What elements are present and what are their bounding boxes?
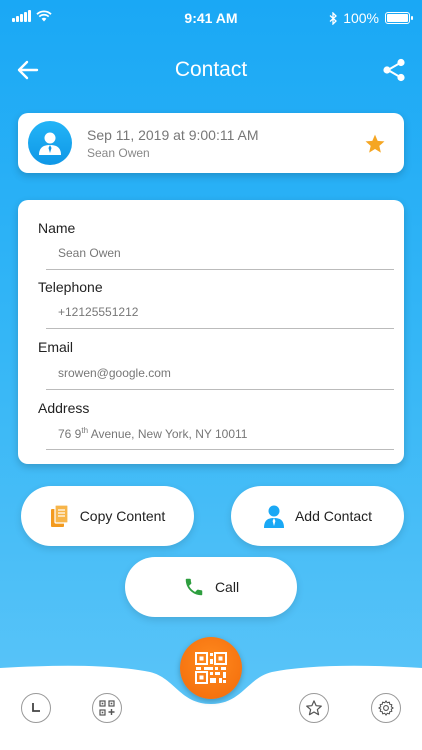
history-timestamp: Sep 11, 2019 at 9:00:11 AM bbox=[87, 127, 259, 143]
battery-icon bbox=[385, 12, 413, 24]
status-right: 100% bbox=[329, 10, 413, 26]
name-value: Sean Owen bbox=[58, 246, 121, 260]
history-tab[interactable] bbox=[21, 693, 51, 723]
page-title: Contact bbox=[174, 58, 248, 81]
email-value: srowen@google.com bbox=[58, 366, 171, 380]
address-number: 76 9 bbox=[58, 427, 82, 441]
add-contact-button[interactable]: Add Contact bbox=[231, 486, 404, 546]
star-icon bbox=[365, 134, 385, 153]
header: Contact bbox=[0, 48, 422, 92]
battery-percent: 100% bbox=[343, 10, 379, 26]
telephone-label: Telephone bbox=[38, 279, 103, 295]
call-button[interactable]: Call bbox=[125, 557, 297, 617]
divider bbox=[46, 389, 394, 390]
scan-button[interactable] bbox=[180, 637, 242, 699]
copy-icon bbox=[50, 504, 69, 527]
avatar bbox=[28, 121, 72, 165]
favorites-tab[interactable] bbox=[299, 693, 329, 723]
email-field: Email srowen@google.com bbox=[38, 339, 394, 390]
telephone-value: +12125551212 bbox=[58, 305, 139, 319]
phone-icon bbox=[185, 578, 203, 596]
clock-icon bbox=[32, 703, 40, 712]
gear-icon bbox=[378, 700, 394, 716]
divider bbox=[46, 328, 394, 329]
create-qr-tab[interactable] bbox=[92, 693, 122, 723]
qr-scan-icon bbox=[195, 652, 227, 684]
bluetooth-icon bbox=[329, 11, 338, 25]
call-label: Call bbox=[214, 579, 240, 595]
scan-history-card[interactable]: Sep 11, 2019 at 9:00:11 AM Sean Owen bbox=[18, 113, 404, 173]
name-field: Name Sean Owen bbox=[38, 220, 394, 270]
email-label: Email bbox=[38, 339, 74, 355]
copy-content-button[interactable]: Copy Content bbox=[21, 486, 194, 546]
add-contact-icon bbox=[263, 505, 284, 528]
address-street: Avenue, New York, NY 10011 bbox=[88, 427, 248, 441]
person-icon bbox=[39, 132, 61, 155]
share-icon bbox=[383, 58, 405, 82]
battery-level bbox=[387, 14, 408, 22]
qr-add-icon bbox=[99, 700, 115, 716]
divider bbox=[46, 269, 394, 270]
history-name: Sean Owen bbox=[87, 146, 150, 160]
star-outline-icon bbox=[306, 700, 322, 716]
name-label: Name bbox=[38, 220, 76, 236]
address-label: Address bbox=[38, 400, 90, 416]
favorite-button[interactable] bbox=[364, 133, 386, 155]
add-contact-label: Add Contact bbox=[294, 508, 373, 524]
status-bar: 9:41 AM 100% bbox=[0, 0, 422, 36]
telephone-field: Telephone +12125551212 bbox=[38, 279, 394, 329]
address-field: Address 76 9th Avenue, New York, NY 1001… bbox=[38, 400, 394, 450]
divider bbox=[46, 449, 394, 450]
contact-details-card: Name Sean Owen Telephone +12125551212 Em… bbox=[18, 200, 404, 464]
address-value: 76 9th Avenue, New York, NY 10011 bbox=[58, 426, 247, 441]
copy-content-label: Copy Content bbox=[79, 508, 166, 524]
share-button[interactable] bbox=[380, 56, 408, 84]
settings-tab[interactable] bbox=[371, 693, 401, 723]
